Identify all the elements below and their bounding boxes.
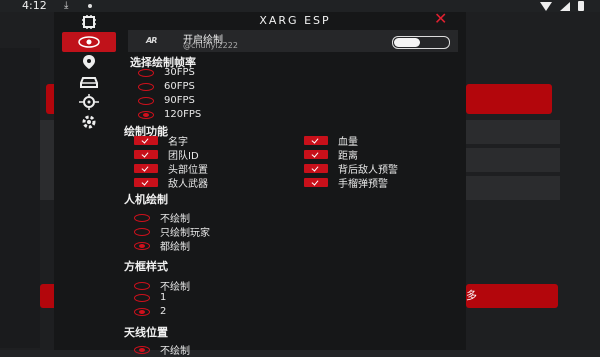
signal-icon bbox=[560, 1, 570, 11]
feature-name[interactable]: 名字 bbox=[134, 133, 188, 148]
radio-icon bbox=[134, 213, 150, 222]
user-bar: AR 开启绘制 @chunyi2222 bbox=[128, 30, 458, 52]
option-label: 血量 bbox=[338, 137, 358, 148]
sidebar-item-settings[interactable] bbox=[62, 112, 116, 132]
bg-left-strip bbox=[0, 48, 40, 348]
menu-title: XARG ESP bbox=[259, 14, 331, 27]
menu-sidebar bbox=[54, 12, 124, 350]
logo-icon: AR bbox=[146, 36, 157, 45]
option-label: 90FPS bbox=[164, 95, 195, 106]
bg-panel-r1 bbox=[466, 120, 560, 144]
map-pin-icon bbox=[83, 55, 95, 69]
option-label: 敌人武器 bbox=[168, 179, 208, 190]
radio-icon bbox=[138, 68, 154, 77]
download-icon: ⤓ bbox=[64, 0, 69, 11]
fps-option-90[interactable]: 90FPS bbox=[138, 95, 195, 106]
close-icon[interactable]: ✕ bbox=[434, 11, 447, 27]
radio-icon bbox=[134, 227, 150, 236]
user-handle: @chunyi2222 bbox=[183, 41, 238, 50]
option-label: 不绘制 bbox=[160, 282, 190, 293]
toggle-knob bbox=[394, 38, 420, 47]
checkbox-icon bbox=[134, 178, 158, 187]
feature-behind-warning[interactable]: 背后敌人预警 bbox=[304, 161, 398, 176]
feature-health[interactable]: 血量 bbox=[304, 133, 358, 148]
bots-option-players[interactable]: 只绘制玩家 bbox=[134, 224, 210, 239]
checkbox-icon bbox=[304, 136, 328, 145]
option-label: 只绘制玩家 bbox=[160, 228, 210, 239]
option-label: 名字 bbox=[168, 137, 188, 148]
bg-more-label: 多 bbox=[466, 289, 477, 302]
gear-icon bbox=[82, 115, 96, 129]
option-label: 背后敌人预警 bbox=[338, 165, 398, 176]
radio-selected-icon bbox=[138, 110, 154, 119]
option-label: 2 bbox=[160, 306, 167, 317]
radio-icon bbox=[134, 293, 150, 302]
status-bar: 4:12 ⤓ bbox=[0, 0, 600, 12]
fps-option-120[interactable]: 120FPS bbox=[138, 109, 201, 120]
sidebar-item-eye[interactable] bbox=[62, 32, 116, 52]
sidebar-item-map[interactable] bbox=[62, 52, 116, 72]
sidebar-item-vehicle[interactable] bbox=[62, 72, 116, 92]
radio-icon bbox=[134, 281, 150, 290]
chip-icon bbox=[82, 15, 96, 29]
radio-icon bbox=[138, 82, 154, 91]
bg-more-button: 多 bbox=[466, 284, 558, 308]
option-label: 都绘制 bbox=[160, 242, 190, 253]
bots-heading: 人机绘制 bbox=[124, 193, 168, 206]
option-label: 60FPS bbox=[164, 81, 195, 92]
feature-head-position[interactable]: 头部位置 bbox=[134, 161, 208, 176]
fps-option-30[interactable]: 30FPS bbox=[138, 67, 195, 78]
sidebar-item-chip[interactable] bbox=[62, 12, 116, 32]
crosshair-icon bbox=[79, 94, 99, 110]
bg-panel-r3 bbox=[466, 176, 560, 200]
bots-option-none[interactable]: 不绘制 bbox=[134, 210, 190, 225]
esp-menu-overlay: XARG ESP ✕ bbox=[54, 11, 466, 350]
bg-panel-r2 bbox=[466, 148, 560, 172]
checkbox-icon bbox=[304, 164, 328, 173]
box-option-none[interactable]: 不绘制 bbox=[134, 278, 190, 293]
option-label: 30FPS bbox=[164, 67, 195, 78]
checkbox-icon bbox=[304, 178, 328, 187]
notification-dot-icon bbox=[88, 4, 92, 8]
checkbox-icon bbox=[134, 164, 158, 173]
sidebar-item-aim[interactable] bbox=[62, 92, 116, 112]
box-option-2[interactable]: 2 bbox=[134, 306, 166, 317]
bots-option-all[interactable]: 都绘制 bbox=[134, 238, 190, 253]
checkbox-icon bbox=[304, 150, 328, 159]
radio-icon bbox=[138, 96, 154, 105]
option-label: 距离 bbox=[338, 151, 358, 162]
box-option-1[interactable]: 1 bbox=[134, 292, 166, 303]
option-label: 120FPS bbox=[164, 109, 202, 120]
radio-selected-icon bbox=[134, 307, 150, 316]
feature-distance[interactable]: 距离 bbox=[304, 147, 358, 162]
option-label: 不绘制 bbox=[160, 214, 190, 225]
status-time: 4:12 bbox=[22, 0, 47, 12]
fps-option-60[interactable]: 60FPS bbox=[138, 81, 195, 92]
box-style-heading: 方框样式 bbox=[124, 260, 168, 273]
feature-grenade-warning[interactable]: 手榴弹预警 bbox=[304, 175, 388, 190]
checkbox-icon bbox=[134, 136, 158, 145]
feature-team-id[interactable]: 团队ID bbox=[134, 147, 199, 162]
wifi-icon bbox=[540, 1, 552, 11]
checkbox-icon bbox=[134, 150, 158, 159]
enable-draw-toggle[interactable] bbox=[392, 36, 450, 49]
feature-enemy-weapon[interactable]: 敌人武器 bbox=[134, 175, 208, 190]
option-label: 头部位置 bbox=[168, 165, 208, 176]
battery-icon bbox=[578, 1, 584, 11]
option-label: 团队ID bbox=[168, 151, 199, 162]
bg-red-block-right bbox=[466, 84, 552, 114]
radio-selected-icon bbox=[134, 241, 150, 250]
antenna-heading: 天线位置 bbox=[124, 326, 168, 339]
option-label: 1 bbox=[160, 292, 167, 303]
option-label: 手榴弹预警 bbox=[338, 179, 388, 190]
car-icon bbox=[80, 77, 98, 88]
eye-icon bbox=[78, 36, 100, 48]
